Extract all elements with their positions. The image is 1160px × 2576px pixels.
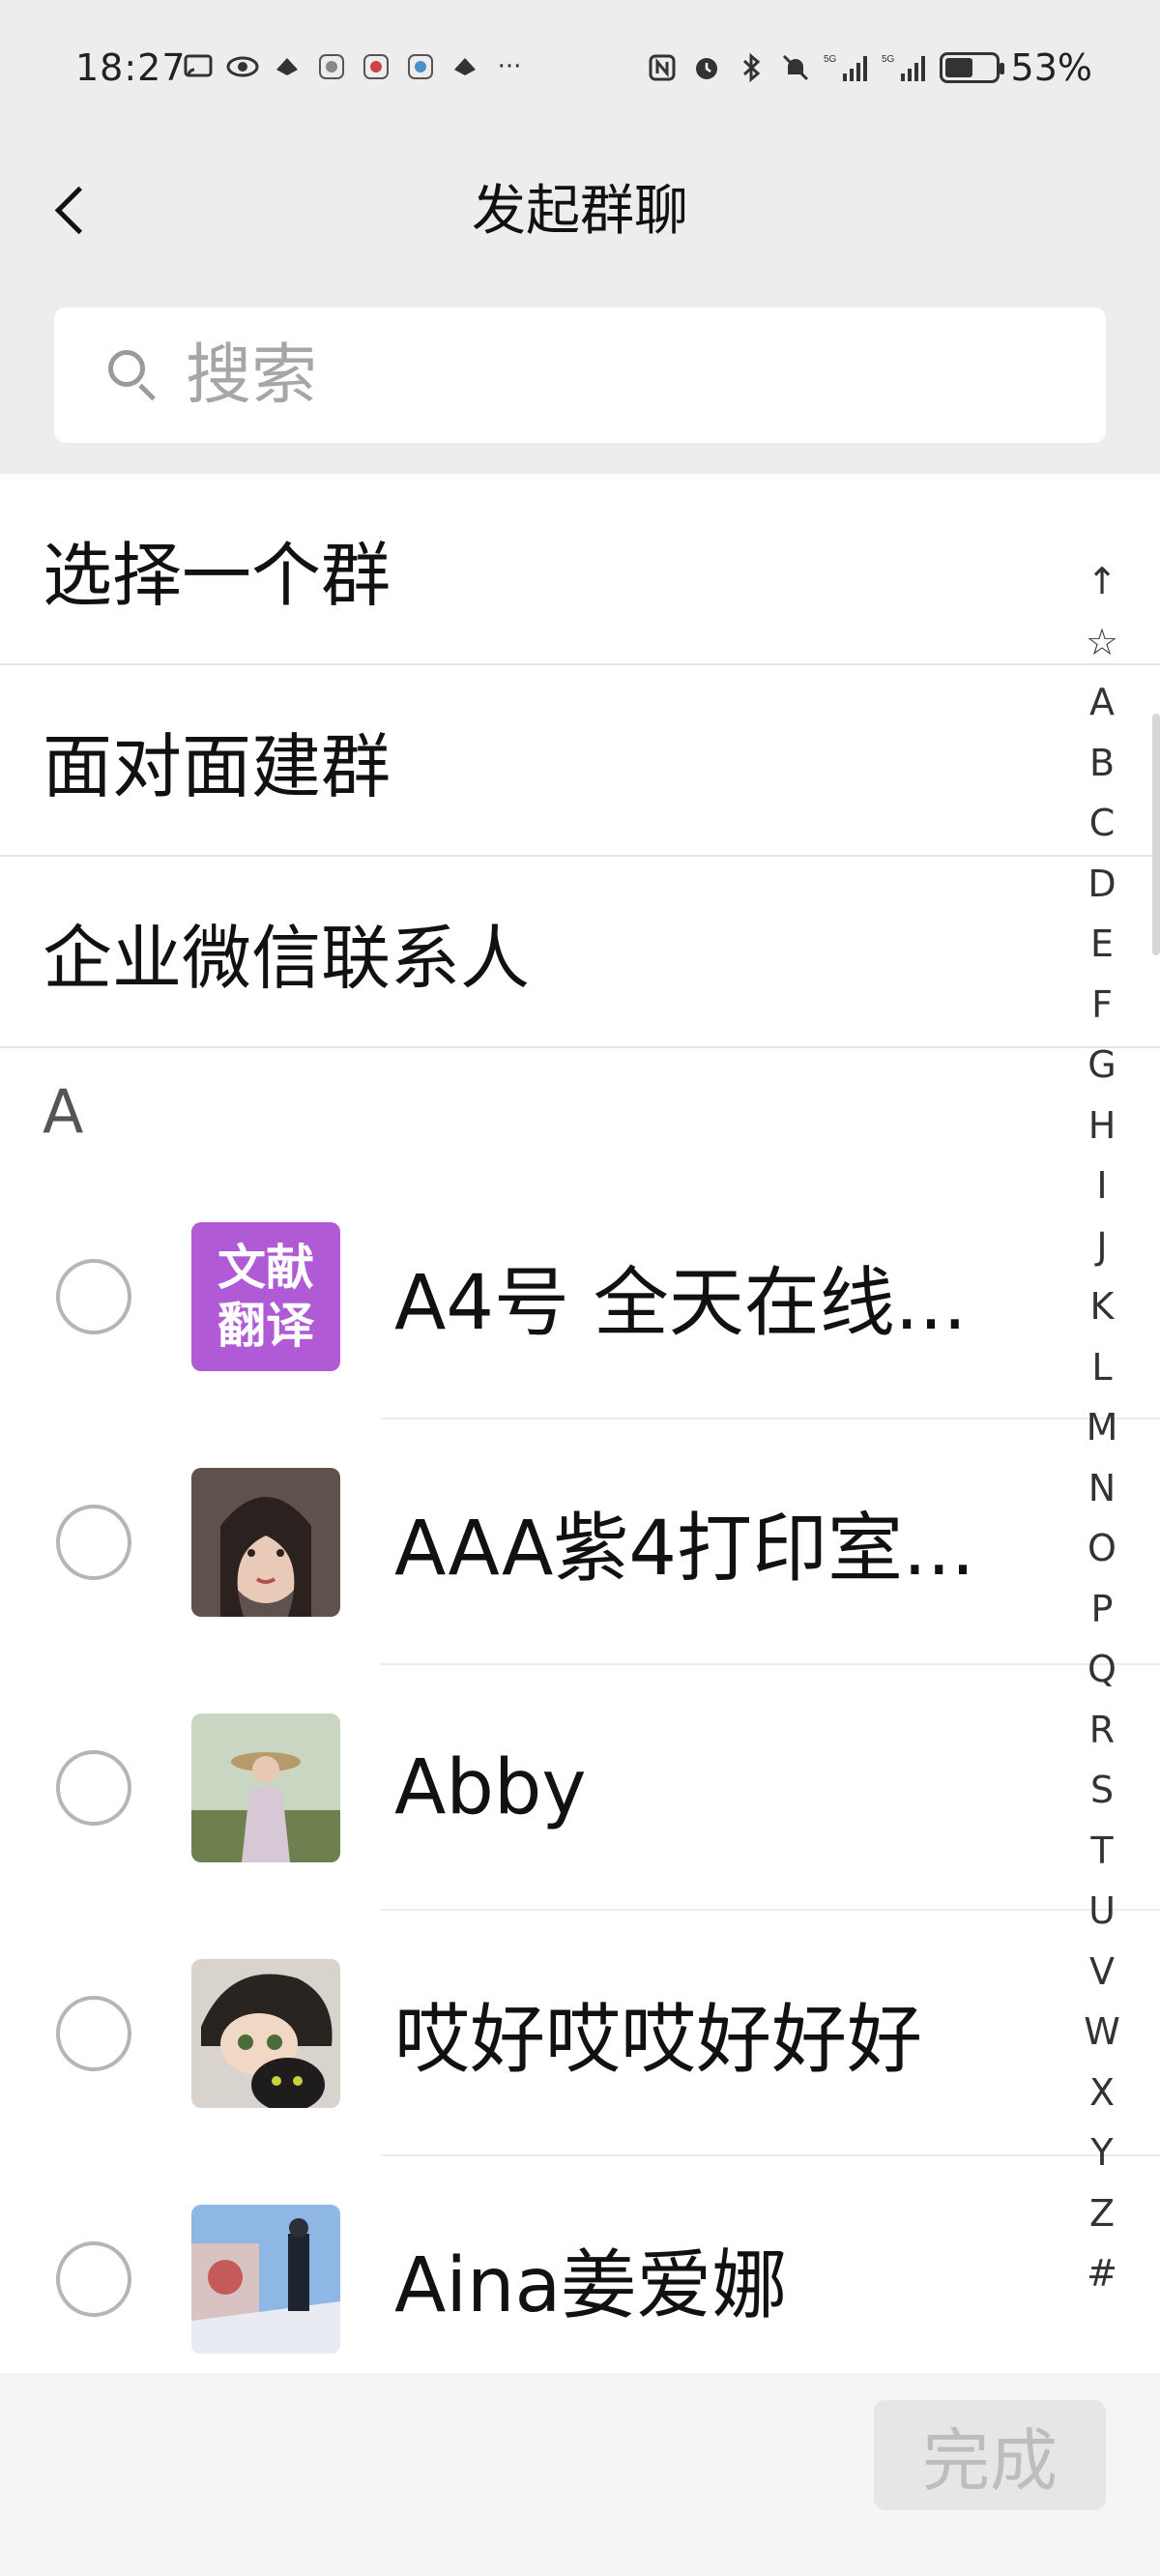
index-item-x[interactable]: X — [1061, 2063, 1143, 2123]
option-label: 企业微信联系人 — [43, 917, 531, 999]
index-item-j[interactable]: J — [1061, 1216, 1143, 1277]
index-item-b[interactable]: B — [1061, 733, 1143, 794]
mute-icon — [779, 51, 812, 84]
contact-row[interactable]: Aina姜爱娜 — [0, 2156, 1160, 2373]
option-label: 选择一个群 — [43, 534, 392, 616]
battery-percent: 53% — [1010, 46, 1092, 89]
contact-row[interactable]: 哎好哎哎好好好 — [0, 1911, 1160, 2156]
index-item-q[interactable]: Q — [1061, 1639, 1143, 1700]
contact-name: Aina姜爱娜 — [394, 2242, 788, 2329]
select-radio[interactable] — [56, 1996, 131, 2071]
avatar-text: 翻译 — [218, 1298, 314, 1354]
signal-5g-icon: 5G — [824, 51, 870, 84]
eye-icon — [226, 50, 259, 83]
index-item-n[interactable]: N — [1061, 1458, 1143, 1519]
index-item-top[interactable]: ↑ — [1061, 551, 1143, 612]
select-radio[interactable] — [56, 2241, 131, 2317]
index-item-z[interactable]: Z — [1061, 2183, 1143, 2244]
app-icon — [360, 50, 392, 83]
index-item-r[interactable]: R — [1061, 1700, 1143, 1761]
signal-5g-icon: 5G — [882, 51, 928, 84]
index-item-v[interactable]: V — [1061, 1942, 1143, 2003]
contact-name: AAA紫4打印室... — [394, 1506, 975, 1593]
page-title: 发起群聊 — [472, 180, 688, 243]
battery-icon — [939, 52, 1004, 83]
contact-row[interactable]: Abby — [0, 1665, 1160, 1911]
select-radio[interactable] — [56, 1750, 131, 1826]
index-item-s[interactable]: S — [1061, 1760, 1143, 1821]
scrollbar[interactable] — [1152, 714, 1160, 955]
bluetooth-icon — [735, 51, 768, 84]
index-item-a[interactable]: A — [1061, 672, 1143, 733]
chevron-left-icon — [54, 186, 102, 234]
index-item-star[interactable]: ☆ — [1061, 612, 1143, 673]
avatar — [191, 1959, 340, 2108]
contact-name: 哎好哎哎好好好 — [394, 1997, 923, 2084]
index-item-c[interactable]: C — [1061, 793, 1143, 854]
app-icon — [404, 50, 437, 83]
avatar — [191, 1468, 340, 1617]
option-wecom-contacts[interactable]: 企业微信联系人 — [0, 857, 1160, 1048]
index-item-p[interactable]: P — [1061, 1579, 1143, 1640]
search-input[interactable] — [184, 336, 1058, 415]
alphabet-index[interactable]: ↑ ☆ A B C D E F G H I J K L M N O P Q R … — [1061, 551, 1143, 2304]
contact-name: A4号 全天在线... — [394, 1260, 968, 1347]
index-item-d[interactable]: D — [1061, 854, 1143, 915]
select-radio[interactable] — [56, 1259, 131, 1334]
more-icon: ··· — [497, 52, 522, 81]
section-header: A — [43, 1075, 84, 1147]
avatar: 文献 翻译 — [191, 1222, 340, 1371]
app-icon — [271, 50, 304, 83]
index-item-t[interactable]: T — [1061, 1821, 1143, 1882]
nav-bar: 发起群聊 — [0, 143, 1160, 281]
search-section — [0, 280, 1160, 474]
avatar-text: 文献 — [218, 1240, 314, 1296]
index-item-g[interactable]: G — [1061, 1035, 1143, 1096]
contact-name: Abby — [394, 1744, 587, 1831]
status-right-icons: 5G 5G 53% — [646, 46, 1092, 89]
index-item-i[interactable]: I — [1061, 1156, 1143, 1216]
index-item-u[interactable]: U — [1061, 1881, 1143, 1942]
done-button[interactable]: 完成 — [874, 2400, 1106, 2510]
status-time: 18:27 — [75, 46, 187, 89]
avatar — [191, 2205, 340, 2354]
search-box[interactable] — [54, 307, 1106, 443]
avatar — [191, 1713, 340, 1862]
index-item-e[interactable]: E — [1061, 914, 1143, 975]
option-select-group[interactable]: 选择一个群 — [0, 474, 1160, 665]
back-button[interactable] — [33, 166, 110, 253]
contact-row[interactable]: 文献 翻译 A4号 全天在线... — [0, 1174, 1160, 1420]
index-item-y[interactable]: Y — [1061, 2122, 1143, 2183]
search-icon — [108, 350, 159, 400]
nfc-icon — [646, 51, 679, 84]
index-item-o[interactable]: O — [1061, 1518, 1143, 1579]
bottom-bar: 完成 — [0, 2373, 1160, 2576]
cast-icon — [182, 50, 215, 83]
index-item-h[interactable]: H — [1061, 1096, 1143, 1156]
contact-row[interactable]: AAA紫4打印室... — [0, 1420, 1160, 1665]
index-item-w[interactable]: W — [1061, 2002, 1143, 2063]
app-icon — [315, 50, 348, 83]
status-bar: 18:27 ··· 5G 5G 53% — [0, 0, 1160, 143]
app-icon — [449, 50, 481, 83]
index-item-k[interactable]: K — [1061, 1276, 1143, 1337]
contact-list[interactable]: 选择一个群 面对面建群 企业微信联系人 A 文献 翻译 A4号 全天在线... … — [0, 474, 1160, 2373]
option-label: 面对面建群 — [43, 725, 392, 807]
index-item-f[interactable]: F — [1061, 975, 1143, 1036]
index-item-l[interactable]: L — [1061, 1337, 1143, 1398]
svg-text:5G: 5G — [882, 54, 895, 65]
index-item-hash[interactable]: # — [1061, 2243, 1143, 2304]
alarm-icon — [690, 51, 723, 84]
select-radio[interactable] — [56, 1505, 131, 1580]
svg-text:5G: 5G — [824, 54, 837, 65]
index-item-m[interactable]: M — [1061, 1397, 1143, 1458]
status-left-icons: ··· — [182, 50, 526, 83]
option-face-to-face-group[interactable]: 面对面建群 — [0, 665, 1160, 857]
